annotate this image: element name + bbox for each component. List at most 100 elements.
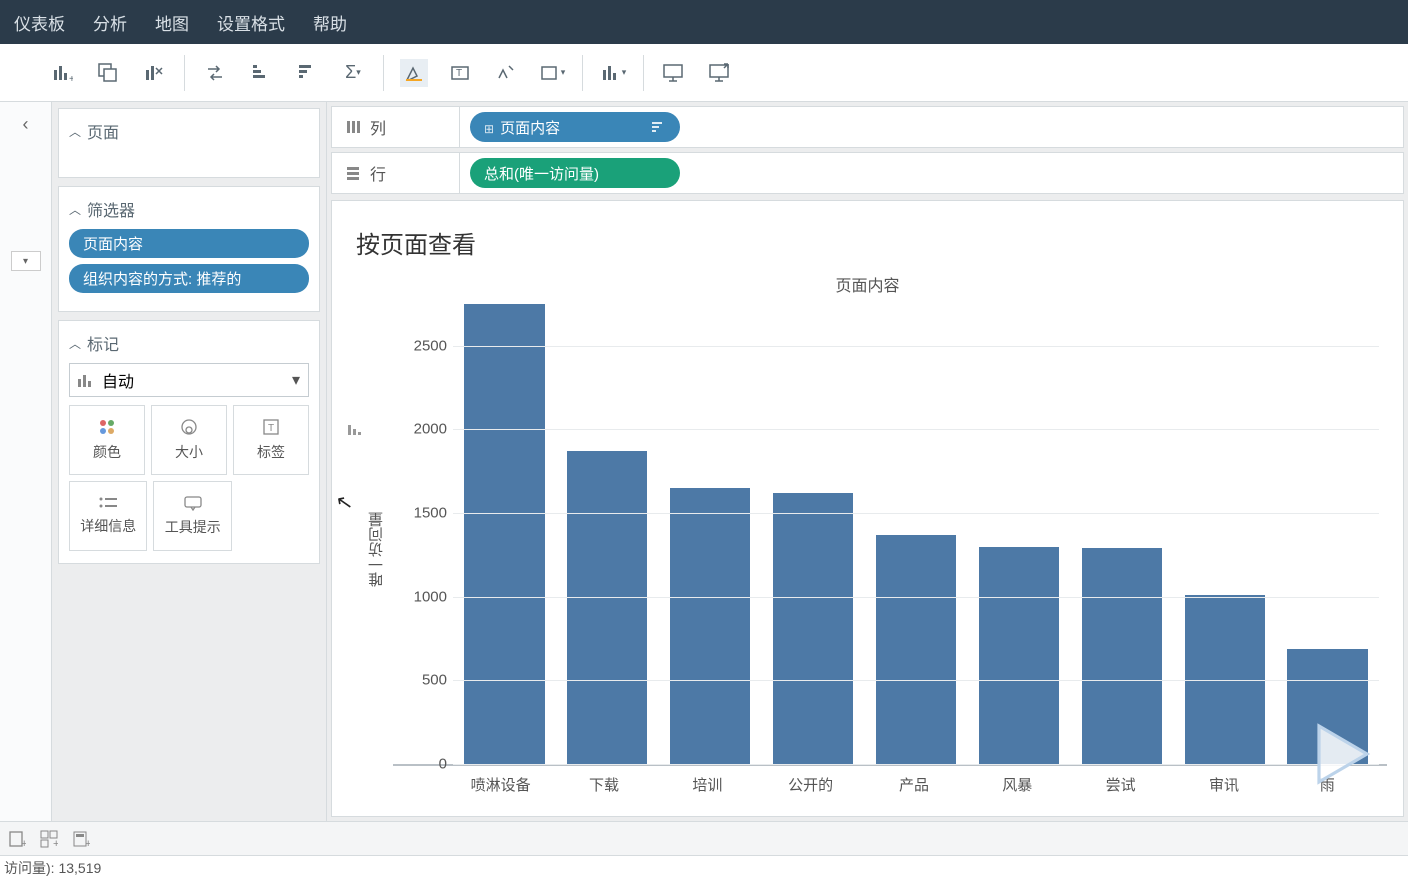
columns-shelf[interactable]: 列 ⊞页面内容 (331, 106, 1404, 148)
mark-type-label: 自动 (102, 368, 134, 392)
totals-icon[interactable]: Σ▾ (339, 59, 367, 87)
toolbar: + Σ▾ T ▾ ▾ (0, 44, 1408, 102)
status-bar: 访问量): 13,519 (0, 855, 1408, 880)
pages-card: ︿ 页面 (58, 108, 320, 178)
new-dashboard-icon[interactable]: + (40, 830, 58, 848)
bar[interactable] (876, 535, 956, 764)
svg-text:+: + (69, 74, 73, 84)
fit-icon[interactable]: ▾ (538, 59, 566, 87)
y-tick-label: 2000 (414, 421, 447, 438)
marks-color[interactable]: 颜色 (69, 405, 145, 475)
bar[interactable] (773, 493, 853, 764)
marks-card: ︿ 标记 自动 ▾ 颜色 大小 T 标签 (58, 320, 320, 564)
y-tick-label: 2500 (414, 337, 447, 354)
svg-text:+: + (21, 838, 26, 848)
filters-card: ︿ 筛选器 页面内容 组织内容的方式: 推荐的 (58, 186, 320, 312)
x-tick-label: 下载 (552, 766, 655, 795)
x-tick-label: 公开的 (759, 766, 862, 795)
show-me-icon[interactable]: ▾ (599, 59, 627, 87)
x-tick-label: 喷淋设备 (449, 766, 552, 795)
rows-label: 行 (370, 161, 386, 185)
workspace: 列 ⊞页面内容 行 总和(唯一访问量) 按页面查看 页面内容 唯一访问量 (327, 102, 1408, 821)
chevron-up-icon[interactable]: ︿ (69, 335, 81, 352)
chevron-down-icon: ▾ (292, 370, 300, 390)
label-icon[interactable]: T (446, 59, 474, 87)
chart-title: 按页面查看 (356, 225, 1387, 260)
y-tick-label: 1500 (414, 505, 447, 522)
svg-text:T: T (268, 423, 274, 434)
new-worksheet-icon[interactable]: + (48, 59, 76, 87)
chevron-up-icon[interactable]: ︿ (69, 201, 81, 218)
filter-pill-organize[interactable]: 组织内容的方式: 推荐的 (69, 264, 309, 293)
chart-plot[interactable]: 05001000150020002500 (393, 304, 1387, 766)
x-tick-label: 产品 (862, 766, 965, 795)
bar[interactable] (979, 547, 1059, 764)
marks-tooltip[interactable]: 工具提示 (153, 481, 231, 551)
new-sheet-icon[interactable]: + (8, 830, 26, 848)
y-tick-label: 500 (422, 672, 447, 689)
menu-analysis[interactable]: 分析 (93, 10, 127, 35)
grid-icon: ⊞ (484, 122, 494, 136)
bar[interactable] (670, 488, 750, 764)
svg-text:+: + (53, 838, 58, 848)
rows-icon (346, 166, 360, 180)
detail-icon (98, 496, 118, 510)
duplicate-icon[interactable] (94, 59, 122, 87)
y-axis-label: 唯一访问量 (364, 512, 389, 587)
bar[interactable] (464, 304, 544, 764)
menu-dashboard[interactable]: 仪表板 (14, 10, 65, 35)
play-overlay-icon (1301, 714, 1385, 794)
y-tick-label: 0 (439, 756, 447, 773)
x-tick-label: 尝试 (1069, 766, 1172, 795)
size-icon (179, 418, 199, 436)
mark-type-select[interactable]: 自动 ▾ (69, 363, 309, 397)
chevron-up-icon[interactable]: ︿ (69, 123, 81, 140)
rows-pill[interactable]: 总和(唯一访问量) (470, 158, 680, 188)
sort-asc-icon[interactable] (247, 59, 275, 87)
marks-title: 标记 (87, 331, 119, 355)
data-pane-collapsed: ‹ ▾ (0, 102, 52, 821)
bar-chart-icon (78, 373, 94, 387)
dropdown-stub[interactable]: ▾ (11, 251, 41, 271)
menu-format[interactable]: 设置格式 (217, 10, 285, 35)
tooltip-icon (183, 495, 203, 511)
columns-pill[interactable]: ⊞页面内容 (470, 112, 680, 142)
menu-map[interactable]: 地图 (155, 10, 189, 35)
color-icon (98, 418, 116, 436)
expand-data-pane-icon[interactable]: ‹ (23, 114, 29, 135)
marks-label[interactable]: T 标签 (233, 405, 309, 475)
x-tick-label: 审讯 (1172, 766, 1275, 795)
pages-title: 页面 (87, 119, 119, 143)
new-story-icon[interactable]: + (72, 830, 90, 848)
menu-help[interactable]: 帮助 (313, 10, 347, 35)
rows-shelf[interactable]: 行 总和(唯一访问量) (331, 152, 1404, 194)
swap-icon[interactable] (201, 59, 229, 87)
presentation-icon[interactable] (660, 59, 688, 87)
visualization-area: 按页面查看 页面内容 唯一访问量 0 500 1000 1500 2000 2500 喷淋… (331, 200, 1404, 817)
side-panel: ︿ 页面 ︿ 筛选器 页面内容 组织内容的方式: 推荐的 ︿ 标记 自动 ▾ 颜色 (52, 102, 327, 821)
annotate-icon[interactable] (492, 59, 520, 87)
text-icon: T (262, 418, 280, 436)
filter-pill-page-content[interactable]: 页面内容 (69, 229, 309, 258)
main-menu: 仪表板 分析 地图 设置格式 帮助 (0, 0, 1408, 44)
filters-title: 筛选器 (87, 197, 135, 221)
svg-text:T: T (456, 68, 462, 79)
x-tick-label: 培训 (656, 766, 759, 795)
svg-text:+: + (85, 838, 90, 848)
marks-size[interactable]: 大小 (151, 405, 227, 475)
x-tick-label: 风暴 (966, 766, 1069, 795)
sort-desc-icon[interactable] (293, 59, 321, 87)
share-icon[interactable] (706, 59, 734, 87)
bar[interactable] (1082, 548, 1162, 764)
axis-header: 页面内容 (348, 272, 1387, 296)
y-tick-label: 1000 (414, 588, 447, 605)
bar[interactable] (567, 451, 647, 764)
columns-label: 列 (370, 115, 386, 139)
highlight-icon[interactable] (400, 59, 428, 87)
sheet-tabs: + + + (0, 821, 1408, 855)
marks-detail[interactable]: 详细信息 (69, 481, 147, 551)
columns-icon (346, 120, 360, 134)
clear-icon[interactable] (140, 59, 168, 87)
axis-sort-icon[interactable] (348, 424, 362, 438)
status-text: 访问量): 13,519 (4, 858, 101, 878)
